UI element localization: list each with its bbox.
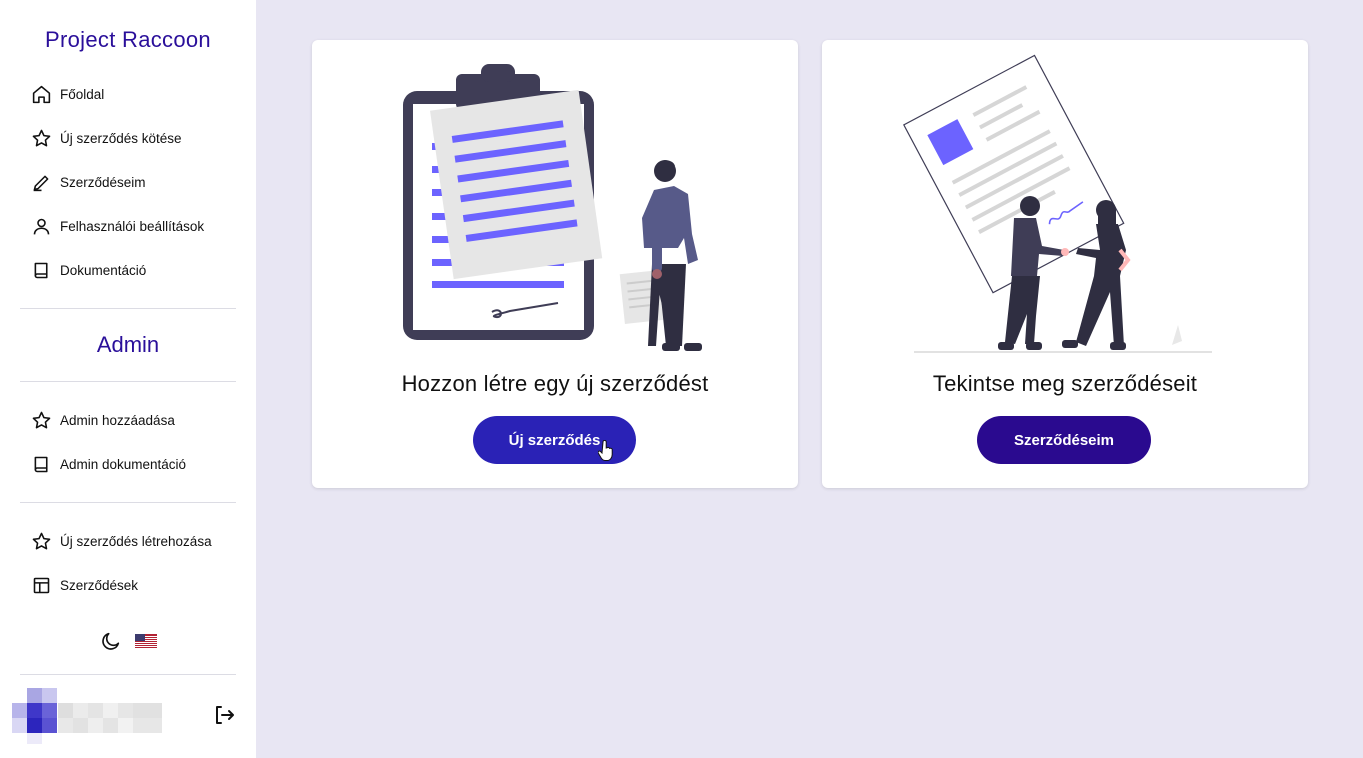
us-flag-icon[interactable]: [135, 634, 157, 648]
nav-label: Felhasználói beállítások: [60, 218, 205, 234]
nav-item-new-contract[interactable]: Új szerződés kötése: [31, 126, 182, 150]
nav-label: Új szerződés kötése: [60, 130, 182, 146]
user-name-blurred: [58, 703, 162, 733]
nav-item-create-contract[interactable]: Új szerződés létrehozása: [31, 529, 212, 553]
nav-item-my-contracts[interactable]: Szerződéseim: [31, 170, 146, 194]
divider: [20, 674, 236, 675]
table-icon: [33, 577, 50, 593]
nav-item-add-admin[interactable]: Admin hozzáadása: [31, 408, 175, 432]
theme-language-row: [100, 630, 157, 652]
sidebar: Project Raccoon Főoldal Új szerződés köt…: [0, 0, 256, 758]
nav-item-docs[interactable]: Dokumentáció: [31, 258, 146, 282]
divider: [20, 502, 236, 503]
nav-label: Admin dokumentáció: [60, 456, 187, 472]
nav-item-admin-docs[interactable]: Admin dokumentáció: [31, 452, 186, 476]
home-icon: [32, 85, 51, 103]
logout-icon[interactable]: [212, 703, 236, 727]
card-title: Tekintse meg szerződéseit: [932, 371, 1198, 396]
divider: [20, 381, 236, 382]
clipboard-illustration: [403, 64, 702, 351]
nav-label: Szerződések: [60, 577, 139, 593]
star-icon: [32, 532, 51, 549]
book-icon: [34, 456, 48, 472]
nav-item-contracts[interactable]: Szerződések: [31, 573, 138, 597]
nav-label: Főoldal: [60, 86, 105, 102]
card-title: Hozzon létre egy új szerződést: [401, 371, 709, 396]
my-contracts-button[interactable]: Szerződéseim: [977, 416, 1151, 464]
pencil-icon: [33, 175, 49, 191]
nav-item-home[interactable]: Főoldal: [31, 82, 104, 106]
moon-icon[interactable]: [100, 630, 122, 652]
nav-label: Szerződéseim: [60, 174, 146, 190]
nav-label: Dokumentáció: [60, 262, 147, 278]
star-icon: [32, 129, 51, 146]
star-icon: [32, 411, 51, 428]
avatar: [12, 688, 58, 744]
create-contract-card: Hozzon létre egy új szerződést Új szerző…: [312, 40, 798, 488]
admin-section-title: Admin: [96, 332, 160, 357]
nav-label: Új szerződés létrehozása: [60, 533, 212, 549]
user-icon: [33, 218, 50, 234]
brand-title[interactable]: Project Raccoon: [0, 27, 256, 53]
my-contracts-card: Tekintse meg szerződéseit Szerződéseim: [822, 40, 1308, 488]
nav-label: Admin hozzáadása: [60, 412, 175, 428]
handshake-illustration: [903, 54, 1212, 353]
nav-item-user-settings[interactable]: Felhasználói beállítások: [31, 214, 204, 238]
book-icon: [34, 262, 48, 278]
divider: [20, 308, 236, 309]
hand-cursor-icon: [598, 440, 613, 461]
